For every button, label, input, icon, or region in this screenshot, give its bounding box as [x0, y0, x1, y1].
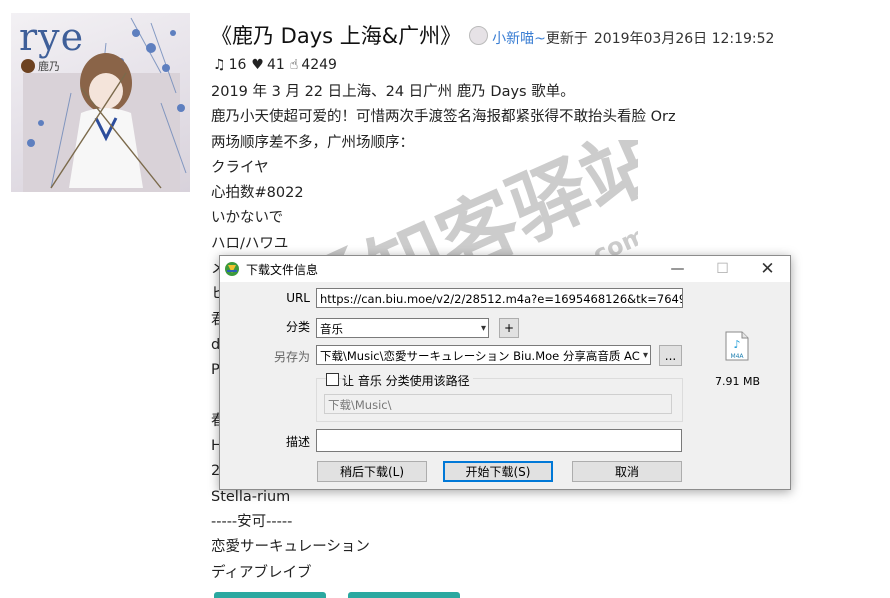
views-count: 4249 [301, 57, 337, 73]
playlist-cover[interactable]: rye 鹿乃 [11, 13, 190, 192]
bottom-action-button[interactable] [214, 592, 326, 598]
brand-name: 鹿乃 [38, 60, 60, 73]
desc-input[interactable] [316, 429, 682, 452]
favorites-count: 41 [266, 57, 285, 73]
category-select[interactable]: 音乐 ▾ [316, 318, 489, 338]
desc-line: 恋愛サーキュレーション [211, 539, 370, 556]
author-avatar[interactable] [469, 26, 489, 45]
url-field[interactable]: https://can.biu.moe/v2/2/28512.m4a?e=169… [316, 288, 683, 308]
updated-label: 更新于 [545, 31, 588, 47]
click-hand-icon: ☝ [289, 57, 299, 73]
saveas-value: 下载\Music\恋愛サーキュレーション Biu.Moe 分享高音质 AC [320, 349, 640, 363]
download-manager-icon [225, 262, 239, 276]
desc-line: ハロ/ハワユ [211, 235, 289, 252]
playlist-header: 《鹿乃 Days 上海&广州》 小新喵~ 更新于 2019年03月26日 12:… [211, 20, 774, 54]
desc-label: 描述 [285, 435, 310, 449]
desc-line: いかないで [211, 210, 284, 227]
maximize-button[interactable]: ☐ [700, 256, 745, 282]
url-label: URL [286, 291, 310, 305]
playlist-title: 《鹿乃 Days 上海&广州》 [211, 24, 462, 48]
desc-line: 鹿乃小天使超可爱的！可惜两次手渡签名海报都紧张得不敢抬头看脸 Orz [211, 109, 676, 126]
desc-line: 心拍数#8022 [211, 185, 304, 202]
close-button[interactable]: ✕ [745, 256, 790, 282]
desc-line: クライヤ [211, 159, 269, 176]
browse-button[interactable]: ... [659, 345, 682, 366]
m4a-file-icon: ♪ M4A [725, 331, 749, 361]
chevron-down-icon: ▾ [480, 323, 486, 334]
download-dialog: 下载文件信息 — ☐ ✕ URL https://can.biu.moe/v2/… [219, 255, 791, 490]
dialog-title: 下载文件信息 [246, 262, 319, 277]
saveas-label: 另存为 [273, 350, 310, 364]
songs-count: 16 [228, 57, 247, 73]
saveas-select[interactable]: 下载\Music\恋愛サーキュレーション Biu.Moe 分享高音质 AC ▾ [316, 345, 651, 365]
download-later-button[interactable]: 稍后下载(L) [317, 461, 427, 482]
category-path-field: 下载\Music\ [324, 394, 672, 414]
updated-time: 2019年03月26日 12:19:52 [593, 31, 775, 47]
use-path-label[interactable]: 让 音乐 分类使用该路径 [342, 372, 473, 389]
cancel-button[interactable]: 取消 [572, 461, 682, 482]
brand-logo-icon [21, 59, 35, 73]
music-note-icon: ♫ [213, 57, 226, 73]
start-download-button[interactable]: 开始下载(S) [443, 461, 553, 482]
svg-text:♪: ♪ [733, 338, 740, 351]
file-type-label: M4A [730, 353, 744, 360]
dialog-titlebar[interactable]: 下载文件信息 — ☐ ✕ [220, 256, 790, 282]
cover-text: rye [19, 15, 85, 59]
cover-brand: 鹿乃 [21, 58, 60, 74]
author-link[interactable]: 小新喵~ [492, 28, 546, 48]
category-label: 分类 [285, 320, 310, 334]
file-size: 7.91 MB [715, 375, 761, 388]
desc-line: -----安可----- [211, 514, 293, 531]
minimize-button[interactable]: — [655, 256, 700, 282]
bottom-action-button[interactable] [348, 592, 460, 598]
desc-line: ディアブレイブ [211, 564, 312, 581]
desc-line: 两场顺序差不多，广州场顺序： [211, 134, 414, 151]
playlist-stats: ♫ 16 ♥ 41 ☝ 4249 [211, 57, 337, 73]
add-category-button[interactable]: + [499, 318, 519, 338]
category-value: 音乐 [320, 322, 343, 336]
desc-line: 2019 年 3 月 22 日上海、24 日广州 鹿乃 Days 歌单。 [211, 84, 575, 100]
chevron-down-icon: ▾ [642, 350, 648, 361]
heart-icon[interactable]: ♥ [251, 57, 264, 73]
use-path-checkbox[interactable] [326, 373, 339, 386]
